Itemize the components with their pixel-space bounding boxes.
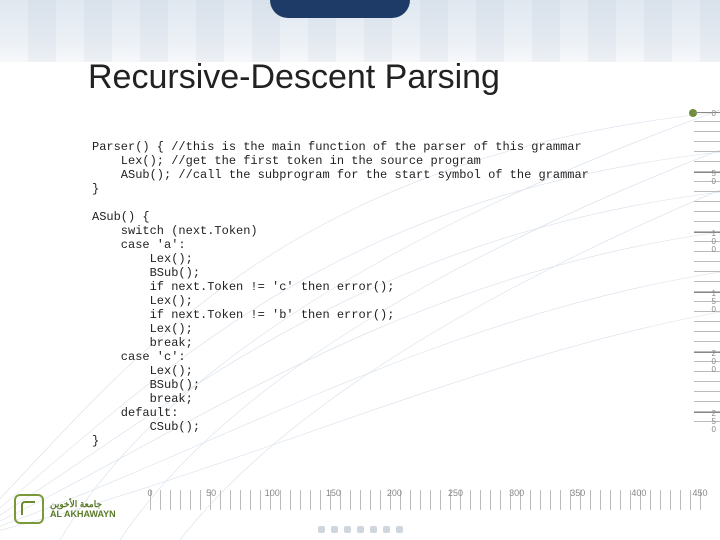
ruler-h-label: 400 [631, 488, 646, 498]
ruler-horizontal: 0 50 100 150 200 250 300 350 400 450 [150, 490, 710, 510]
slide-title: Recursive-Descent Parsing [88, 58, 500, 97]
ruler-h-label: 150 [326, 488, 341, 498]
ruler-h-label: 200 [387, 488, 402, 498]
ruler-h-label: 300 [509, 488, 524, 498]
ruler-h-label: 100 [265, 488, 280, 498]
ruler-v-label: 0 [694, 110, 716, 118]
ruler-vertical: 050100150200250 [694, 112, 720, 422]
ruler-h-label: 250 [448, 488, 463, 498]
ruler-v-label: 100 [694, 230, 716, 254]
ruler-h-label: 0 [147, 488, 152, 498]
ruler-h-label: 450 [692, 488, 707, 498]
logo-mark [14, 494, 44, 524]
top-tab-shape [270, 0, 410, 18]
ruler-h-label: 350 [570, 488, 585, 498]
ruler-v-label: 200 [694, 350, 716, 374]
university-logo: جامعة الأخوين AL AKHAWAYN [14, 492, 134, 526]
code-block: Parser() { //this is the main function o… [92, 140, 692, 448]
ruler-v-label: 50 [694, 170, 716, 186]
ruler-v-label: 150 [694, 290, 716, 314]
ruler-h-label: 50 [206, 488, 216, 498]
logo-text-ar: جامعة الأخوين [50, 499, 116, 509]
slide-nav-dots [0, 526, 720, 538]
logo-text-en: AL AKHAWAYN [50, 509, 116, 519]
ruler-v-label: 250 [694, 410, 716, 434]
